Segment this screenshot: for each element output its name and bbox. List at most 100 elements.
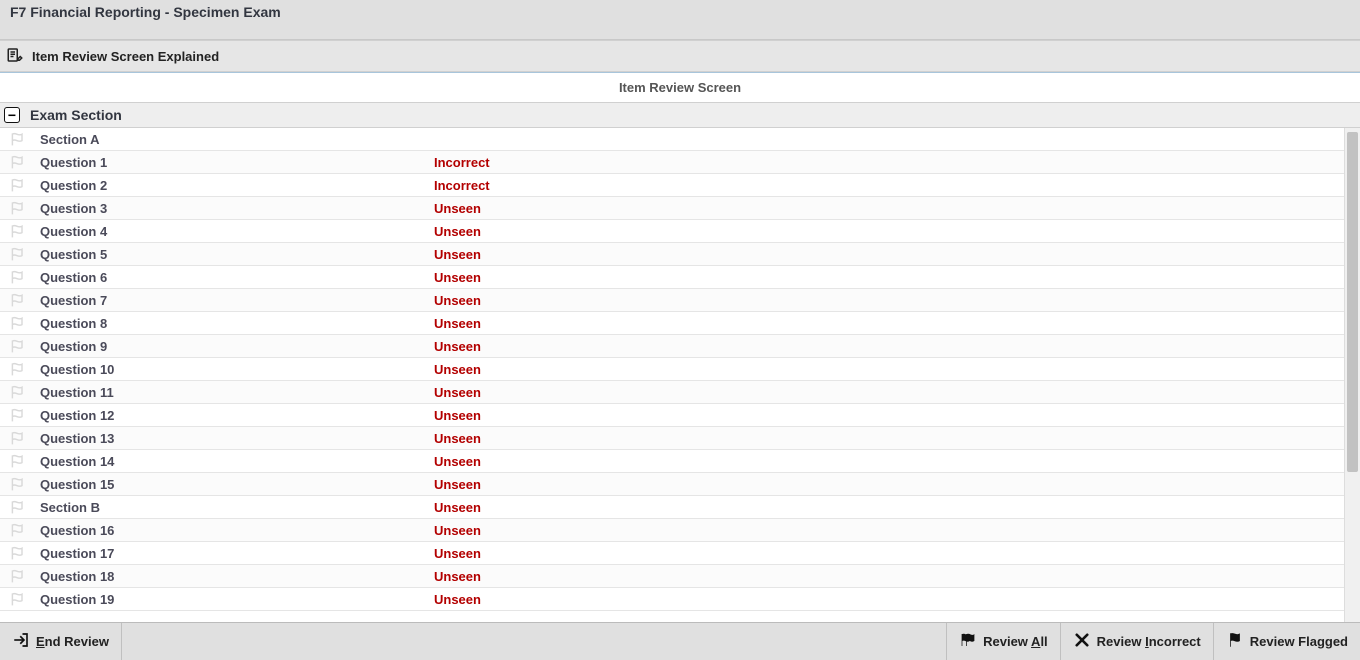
row-name: Question 11 [36,385,434,400]
flag-outline-icon[interactable] [0,292,36,308]
row-name: Question 12 [36,408,434,423]
review-list: Section AQuestion 1IncorrectQuestion 2In… [0,128,1344,622]
table-row[interactable]: Section BUnseen [0,496,1344,519]
row-name: Question 4 [36,224,434,239]
row-name: Question 17 [36,546,434,561]
minus-icon: − [8,108,16,122]
table-row[interactable]: Question 1Incorrect [0,151,1344,174]
row-name: Section B [36,500,434,515]
explain-label: Item Review Screen Explained [32,49,219,64]
row-status: Unseen [434,385,1344,400]
table-row[interactable]: Question 3Unseen [0,197,1344,220]
flag-outline-icon[interactable] [0,131,36,147]
row-name: Question 5 [36,247,434,262]
row-status: Unseen [434,477,1344,492]
row-status: Unseen [434,316,1344,331]
review-all-button[interactable]: Review All [947,623,1061,660]
section-header: − Exam Section [0,102,1360,128]
table-row[interactable]: Question 9Unseen [0,335,1344,358]
section-header-label: Exam Section [30,107,122,123]
row-name: Question 18 [36,569,434,584]
table-row[interactable]: Question 11Unseen [0,381,1344,404]
table-row[interactable]: Section A [0,128,1344,151]
flag-outline-icon[interactable] [0,430,36,446]
flag-outline-icon[interactable] [0,453,36,469]
row-name: Question 10 [36,362,434,377]
row-name: Question 8 [36,316,434,331]
scrollbar-vertical[interactable] [1344,128,1360,622]
row-status: Incorrect [434,155,1344,170]
collapse-toggle[interactable]: − [4,107,20,123]
flag-outline-icon[interactable] [0,154,36,170]
row-status: Unseen [434,592,1344,607]
row-name: Question 9 [36,339,434,354]
row-name: Question 3 [36,201,434,216]
flag-outline-icon[interactable] [0,476,36,492]
table-row[interactable]: Question 16Unseen [0,519,1344,542]
row-status: Incorrect [434,178,1344,193]
row-status: Unseen [434,431,1344,446]
row-name: Question 16 [36,523,434,538]
screen-title-row: Item Review Screen [0,72,1360,102]
row-name: Question 2 [36,178,434,193]
table-row[interactable]: Question 8Unseen [0,312,1344,335]
table-row[interactable]: Question 2Incorrect [0,174,1344,197]
row-name: Question 19 [36,592,434,607]
table-row[interactable]: Question 14Unseen [0,450,1344,473]
table-row[interactable]: Question 12Unseen [0,404,1344,427]
row-status: Unseen [434,247,1344,262]
flag-outline-icon[interactable] [0,407,36,423]
row-name: Question 7 [36,293,434,308]
row-status: Unseen [434,339,1344,354]
flags-all-icon [959,631,977,652]
flag-outline-icon[interactable] [0,223,36,239]
flag-outline-icon[interactable] [0,545,36,561]
row-status: Unseen [434,293,1344,308]
review-flagged-button[interactable]: Review Flagged [1214,623,1360,660]
flag-outline-icon[interactable] [0,522,36,538]
flag-outline-icon[interactable] [0,361,36,377]
row-status: Unseen [434,201,1344,216]
screen-title: Item Review Screen [619,80,741,95]
table-row[interactable]: Question 19Unseen [0,588,1344,611]
row-status: Unseen [434,408,1344,423]
flag-outline-icon[interactable] [0,177,36,193]
flag-outline-icon[interactable] [0,338,36,354]
table-row[interactable]: Question 4Unseen [0,220,1344,243]
table-row[interactable]: Question 10Unseen [0,358,1344,381]
flag-outline-icon[interactable] [0,269,36,285]
row-status: Unseen [434,454,1344,469]
row-name: Question 1 [36,155,434,170]
flag-outline-icon[interactable] [0,246,36,262]
review-all-label: Review All [983,634,1048,649]
flag-outline-icon[interactable] [0,568,36,584]
table-row[interactable]: Question 5Unseen [0,243,1344,266]
flag-outline-icon[interactable] [0,200,36,216]
row-status: Unseen [434,224,1344,239]
row-status: Unseen [434,362,1344,377]
table-row[interactable]: Question 7Unseen [0,289,1344,312]
exit-icon [12,631,30,652]
explain-bar[interactable]: Item Review Screen Explained [0,40,1360,72]
end-review-button[interactable]: End Review [0,623,122,660]
row-name: Question 6 [36,270,434,285]
table-row[interactable]: Question 6Unseen [0,266,1344,289]
table-row[interactable]: Question 17Unseen [0,542,1344,565]
scrollbar-thumb[interactable] [1347,132,1358,472]
flag-outline-icon[interactable] [0,384,36,400]
table-row[interactable]: Question 15Unseen [0,473,1344,496]
flag-outline-icon[interactable] [0,315,36,331]
end-review-label: End Review [36,634,109,649]
review-flagged-label: Review Flagged [1250,634,1348,649]
row-status: Unseen [434,546,1344,561]
flag-icon [1226,631,1244,652]
table-row[interactable]: Question 18Unseen [0,565,1344,588]
review-incorrect-button[interactable]: Review Incorrect [1061,623,1214,660]
explain-icon [6,46,24,67]
flag-outline-icon[interactable] [0,591,36,607]
row-status: Unseen [434,523,1344,538]
table-row[interactable]: Question 13Unseen [0,427,1344,450]
window-title: F7 Financial Reporting - Specimen Exam [10,4,281,20]
review-list-area: Section AQuestion 1IncorrectQuestion 2In… [0,128,1360,622]
flag-outline-icon[interactable] [0,499,36,515]
